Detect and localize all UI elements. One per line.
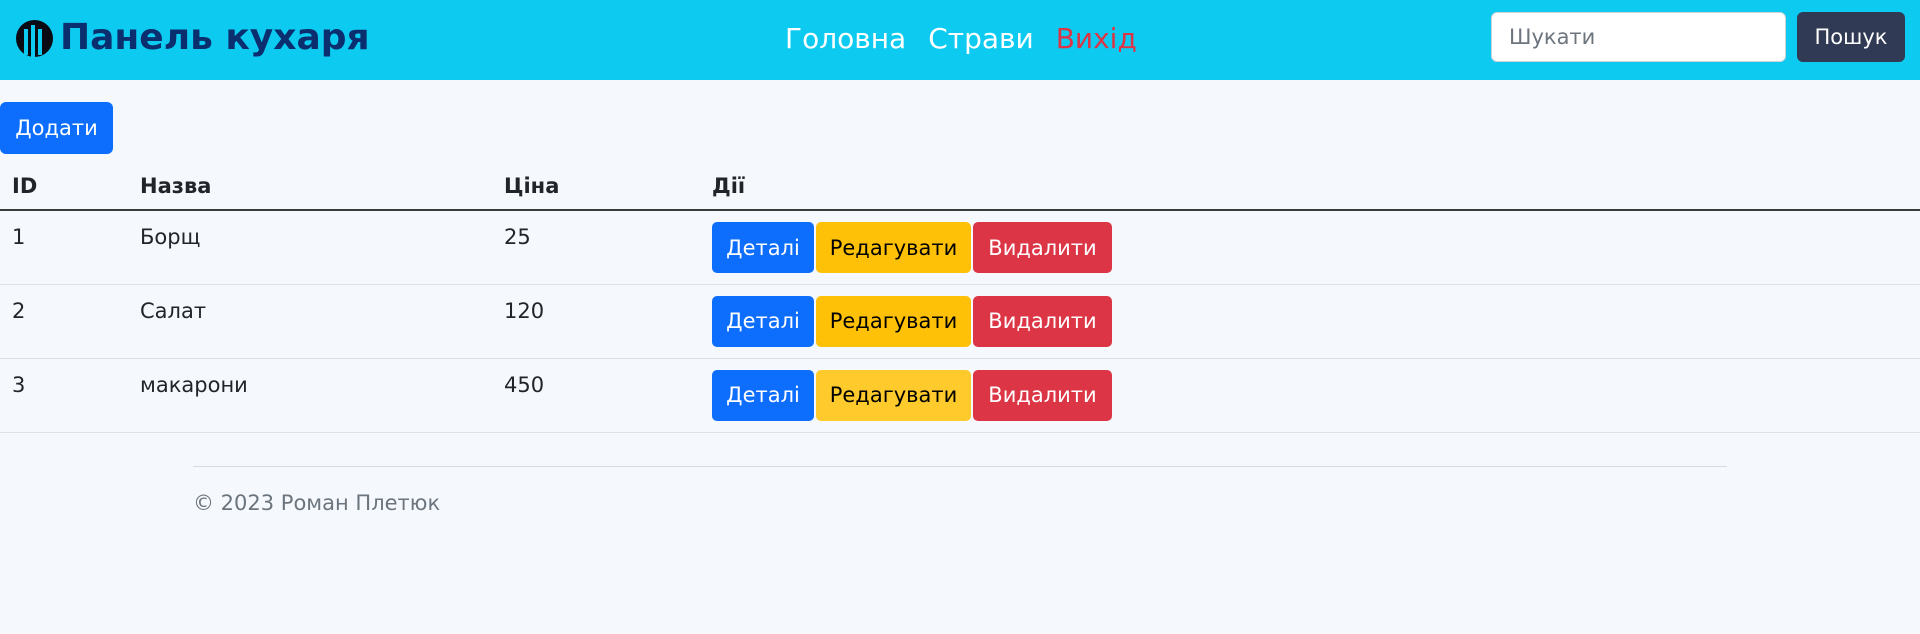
edit-button[interactable]: Редагувати [816, 369, 971, 421]
column-header-price: Ціна [492, 162, 700, 211]
cell-name: макарони [128, 358, 492, 433]
column-header-name: Назва [128, 162, 492, 211]
delete-button[interactable]: Видалити [973, 369, 1112, 421]
brand-title: Панель кухаря [60, 17, 370, 58]
cell-actions: Деталі Редагувати Видалити [700, 210, 1920, 285]
nav-link-dishes[interactable]: Страви [928, 19, 1034, 59]
edit-button[interactable]: Редагувати [816, 222, 971, 273]
search-input[interactable] [1491, 12, 1786, 62]
cell-price: 25 [492, 210, 700, 285]
search-button[interactable]: Пошук [1797, 12, 1905, 62]
footer-divider [193, 466, 1727, 467]
details-button[interactable]: Деталі [712, 295, 814, 347]
table-row: 2 Салат 120 Деталі Редагувати Видалити [0, 284, 1920, 359]
cell-actions: Деталі Редагувати Видалити [700, 284, 1920, 359]
cell-id: 3 [0, 358, 128, 433]
column-header-id: ID [0, 162, 128, 211]
cell-id: 1 [0, 210, 128, 285]
table-row: 1 Борщ 25 Деталі Редагувати Видалити [0, 210, 1920, 285]
cell-price: 450 [492, 358, 700, 433]
main-nav: Головна Страви Вихід [785, 19, 1137, 59]
nav-link-home[interactable]: Головна [785, 19, 906, 59]
delete-button[interactable]: Видалити [973, 295, 1112, 347]
footer-copyright: © 2023 Роман Плетюк [193, 491, 441, 515]
dishes-table: ID Назва Ціна Дії 1 Борщ 25 Деталі Редагу… [0, 162, 1920, 433]
add-dish-button[interactable]: Додати [0, 102, 113, 154]
cell-name: Салат [128, 284, 492, 359]
nav-link-logout[interactable]: Вихід [1056, 19, 1137, 59]
cell-actions: Деталі Редагувати Видалити [700, 358, 1920, 433]
cell-id: 2 [0, 284, 128, 359]
delete-button[interactable]: Видалити [973, 222, 1112, 273]
column-header-actions: Дії [700, 162, 1920, 211]
edit-button[interactable]: Редагувати [816, 295, 971, 347]
details-button[interactable]: Деталі [712, 222, 814, 273]
details-button[interactable]: Деталі [712, 369, 814, 421]
table-row: 3 макарони 450 Деталі Редагувати Видалити [0, 358, 1920, 433]
cell-price: 120 [492, 284, 700, 359]
table-header-row: ID Назва Ціна Дії [0, 162, 1920, 211]
navbar: Панель кухаря Головна Страви Вихід Пошук [0, 0, 1920, 80]
brand[interactable]: Панель кухаря [16, 18, 370, 58]
cell-name: Борщ [128, 210, 492, 285]
bar-columns-icon [16, 19, 53, 57]
